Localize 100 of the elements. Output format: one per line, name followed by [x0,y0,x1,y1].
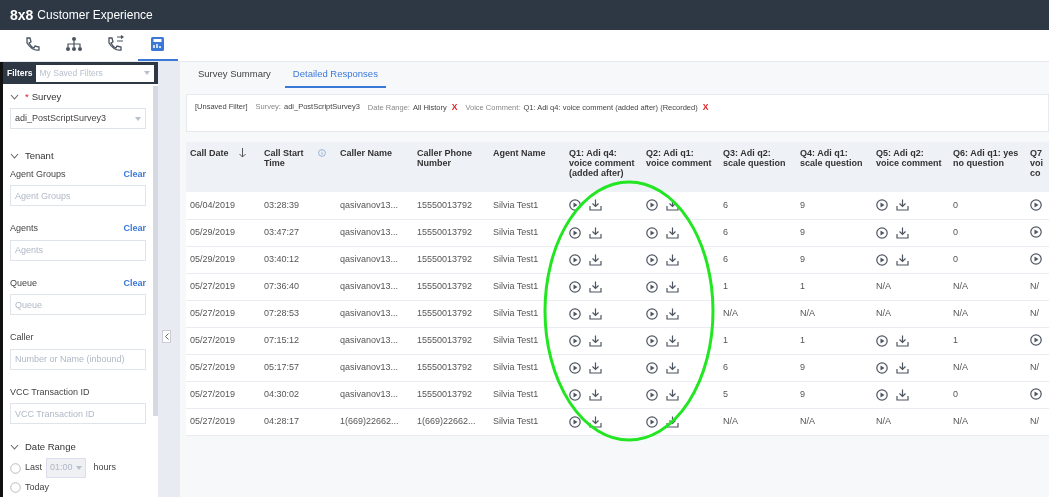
download-icon[interactable] [589,226,602,239]
download-icon[interactable] [589,388,602,401]
radio-button[interactable] [10,482,21,493]
play-icon[interactable] [569,388,581,401]
play-icon[interactable] [1030,226,1042,239]
play-icon[interactable] [876,388,888,401]
table-cell: 07:15:12 [264,334,300,345]
download-icon[interactable] [896,361,909,374]
scrollbar[interactable] [153,86,158,416]
play-icon[interactable] [646,280,658,293]
sort-arrow-icon[interactable] [239,148,246,158]
play-icon[interactable] [1030,199,1042,212]
remove-filter-button[interactable]: X [449,101,458,114]
play-icon[interactable] [646,388,658,401]
table-cell: Silvia Test1 [493,226,539,237]
text-field[interactable]: Agents [10,239,146,261]
download-icon[interactable] [589,253,602,266]
download-icon[interactable] [589,334,602,347]
play-icon[interactable] [1030,334,1042,347]
table-cell: N/A [800,307,815,318]
column-header: Q7 voi co [1030,148,1044,178]
download-icon[interactable] [666,226,679,239]
play-icon[interactable] [876,334,888,347]
play-icon[interactable] [876,226,888,239]
chevron-down-icon[interactable] [10,94,19,101]
download-icon[interactable] [666,253,679,266]
clear-link[interactable]: Clear [123,167,146,181]
play-icon[interactable] [876,361,888,374]
play-icon[interactable] [646,415,658,428]
chevron-down-icon[interactable] [10,444,19,451]
collapse-handle[interactable] [162,330,171,343]
download-icon[interactable] [666,280,679,293]
download-icon[interactable] [896,388,909,401]
chevron-down-icon[interactable] [10,153,19,160]
field-label: Agent Groups [10,167,66,181]
play-icon[interactable] [876,199,888,212]
play-icon[interactable] [569,280,581,293]
table-cell: qasivanov13... [340,280,399,291]
survey-select[interactable]: adi_PostScriptSurvey3 [10,108,146,130]
download-icon[interactable] [896,226,909,239]
download-icon[interactable] [589,280,602,293]
play-icon[interactable] [569,307,581,320]
play-icon[interactable] [646,226,658,239]
table-cell: 03:47:27 [264,226,300,237]
play-icon[interactable] [569,253,581,266]
download-icon[interactable] [666,388,679,401]
play-icon[interactable] [646,334,658,347]
download-icon[interactable] [666,415,679,428]
play-icon[interactable] [569,199,581,212]
table-cell: 05/27/2019 [190,334,236,345]
tab[interactable]: Detailed Responses [284,62,386,88]
table-cell: 07:36:40 [264,280,300,291]
table-cell: 15550013792 [417,253,473,264]
table-cell: 05/27/2019 [190,307,236,318]
play-icon[interactable] [646,361,658,374]
table-cell: 6 [723,361,728,372]
table-cell: 1 [723,280,728,291]
text-field[interactable]: VCC Transaction ID [10,403,146,424]
tab[interactable]: Survey Summary [190,62,279,88]
play-icon[interactable] [646,253,658,266]
table-cell: 9 [800,199,805,210]
table-cell: 0 [953,253,958,264]
play-icon[interactable] [1030,253,1042,266]
radio-button[interactable] [10,462,21,474]
table-cell: N/A [723,307,738,318]
product-name: Customer Experience [37,7,153,24]
play-icon[interactable] [646,307,658,320]
table-cell: 6 [723,199,728,210]
download-icon[interactable] [896,334,909,347]
field-label: Agents [10,222,39,235]
download-icon[interactable] [666,361,679,374]
table-cell: 05/29/2019 [190,253,236,264]
download-icon[interactable] [589,361,602,374]
play-icon[interactable] [876,253,888,266]
play-icon[interactable] [1030,388,1042,401]
play-icon[interactable] [569,415,581,428]
chevron-left-icon [164,333,169,340]
text-field[interactable]: Number or Name (inbound) [10,348,146,370]
download-icon[interactable] [589,199,602,212]
text-field[interactable]: Agent Groups [10,185,146,206]
download-icon[interactable] [896,199,909,212]
text-field[interactable]: Queue [10,294,146,315]
download-icon[interactable] [666,334,679,347]
play-icon[interactable] [569,334,581,347]
table-cell: 06/04/2019 [190,199,236,210]
clear-link[interactable]: Clear [123,222,146,236]
download-icon[interactable] [896,253,909,266]
table-cell: 15550013792 [417,226,473,237]
play-icon[interactable] [646,199,658,212]
download-icon[interactable] [589,307,602,320]
play-icon[interactable] [569,226,581,239]
download-icon[interactable] [666,307,679,320]
play-icon[interactable] [569,361,581,374]
table-cell: Silvia Test1 [493,415,539,426]
clear-link[interactable]: Clear [123,276,146,290]
remove-filter-button[interactable]: X [700,101,709,114]
table-cell: 05:17:57 [264,361,300,372]
table-cell: 05/27/2019 [190,415,236,426]
download-icon[interactable] [589,415,602,428]
table-cell: 15550013792 [417,388,473,399]
